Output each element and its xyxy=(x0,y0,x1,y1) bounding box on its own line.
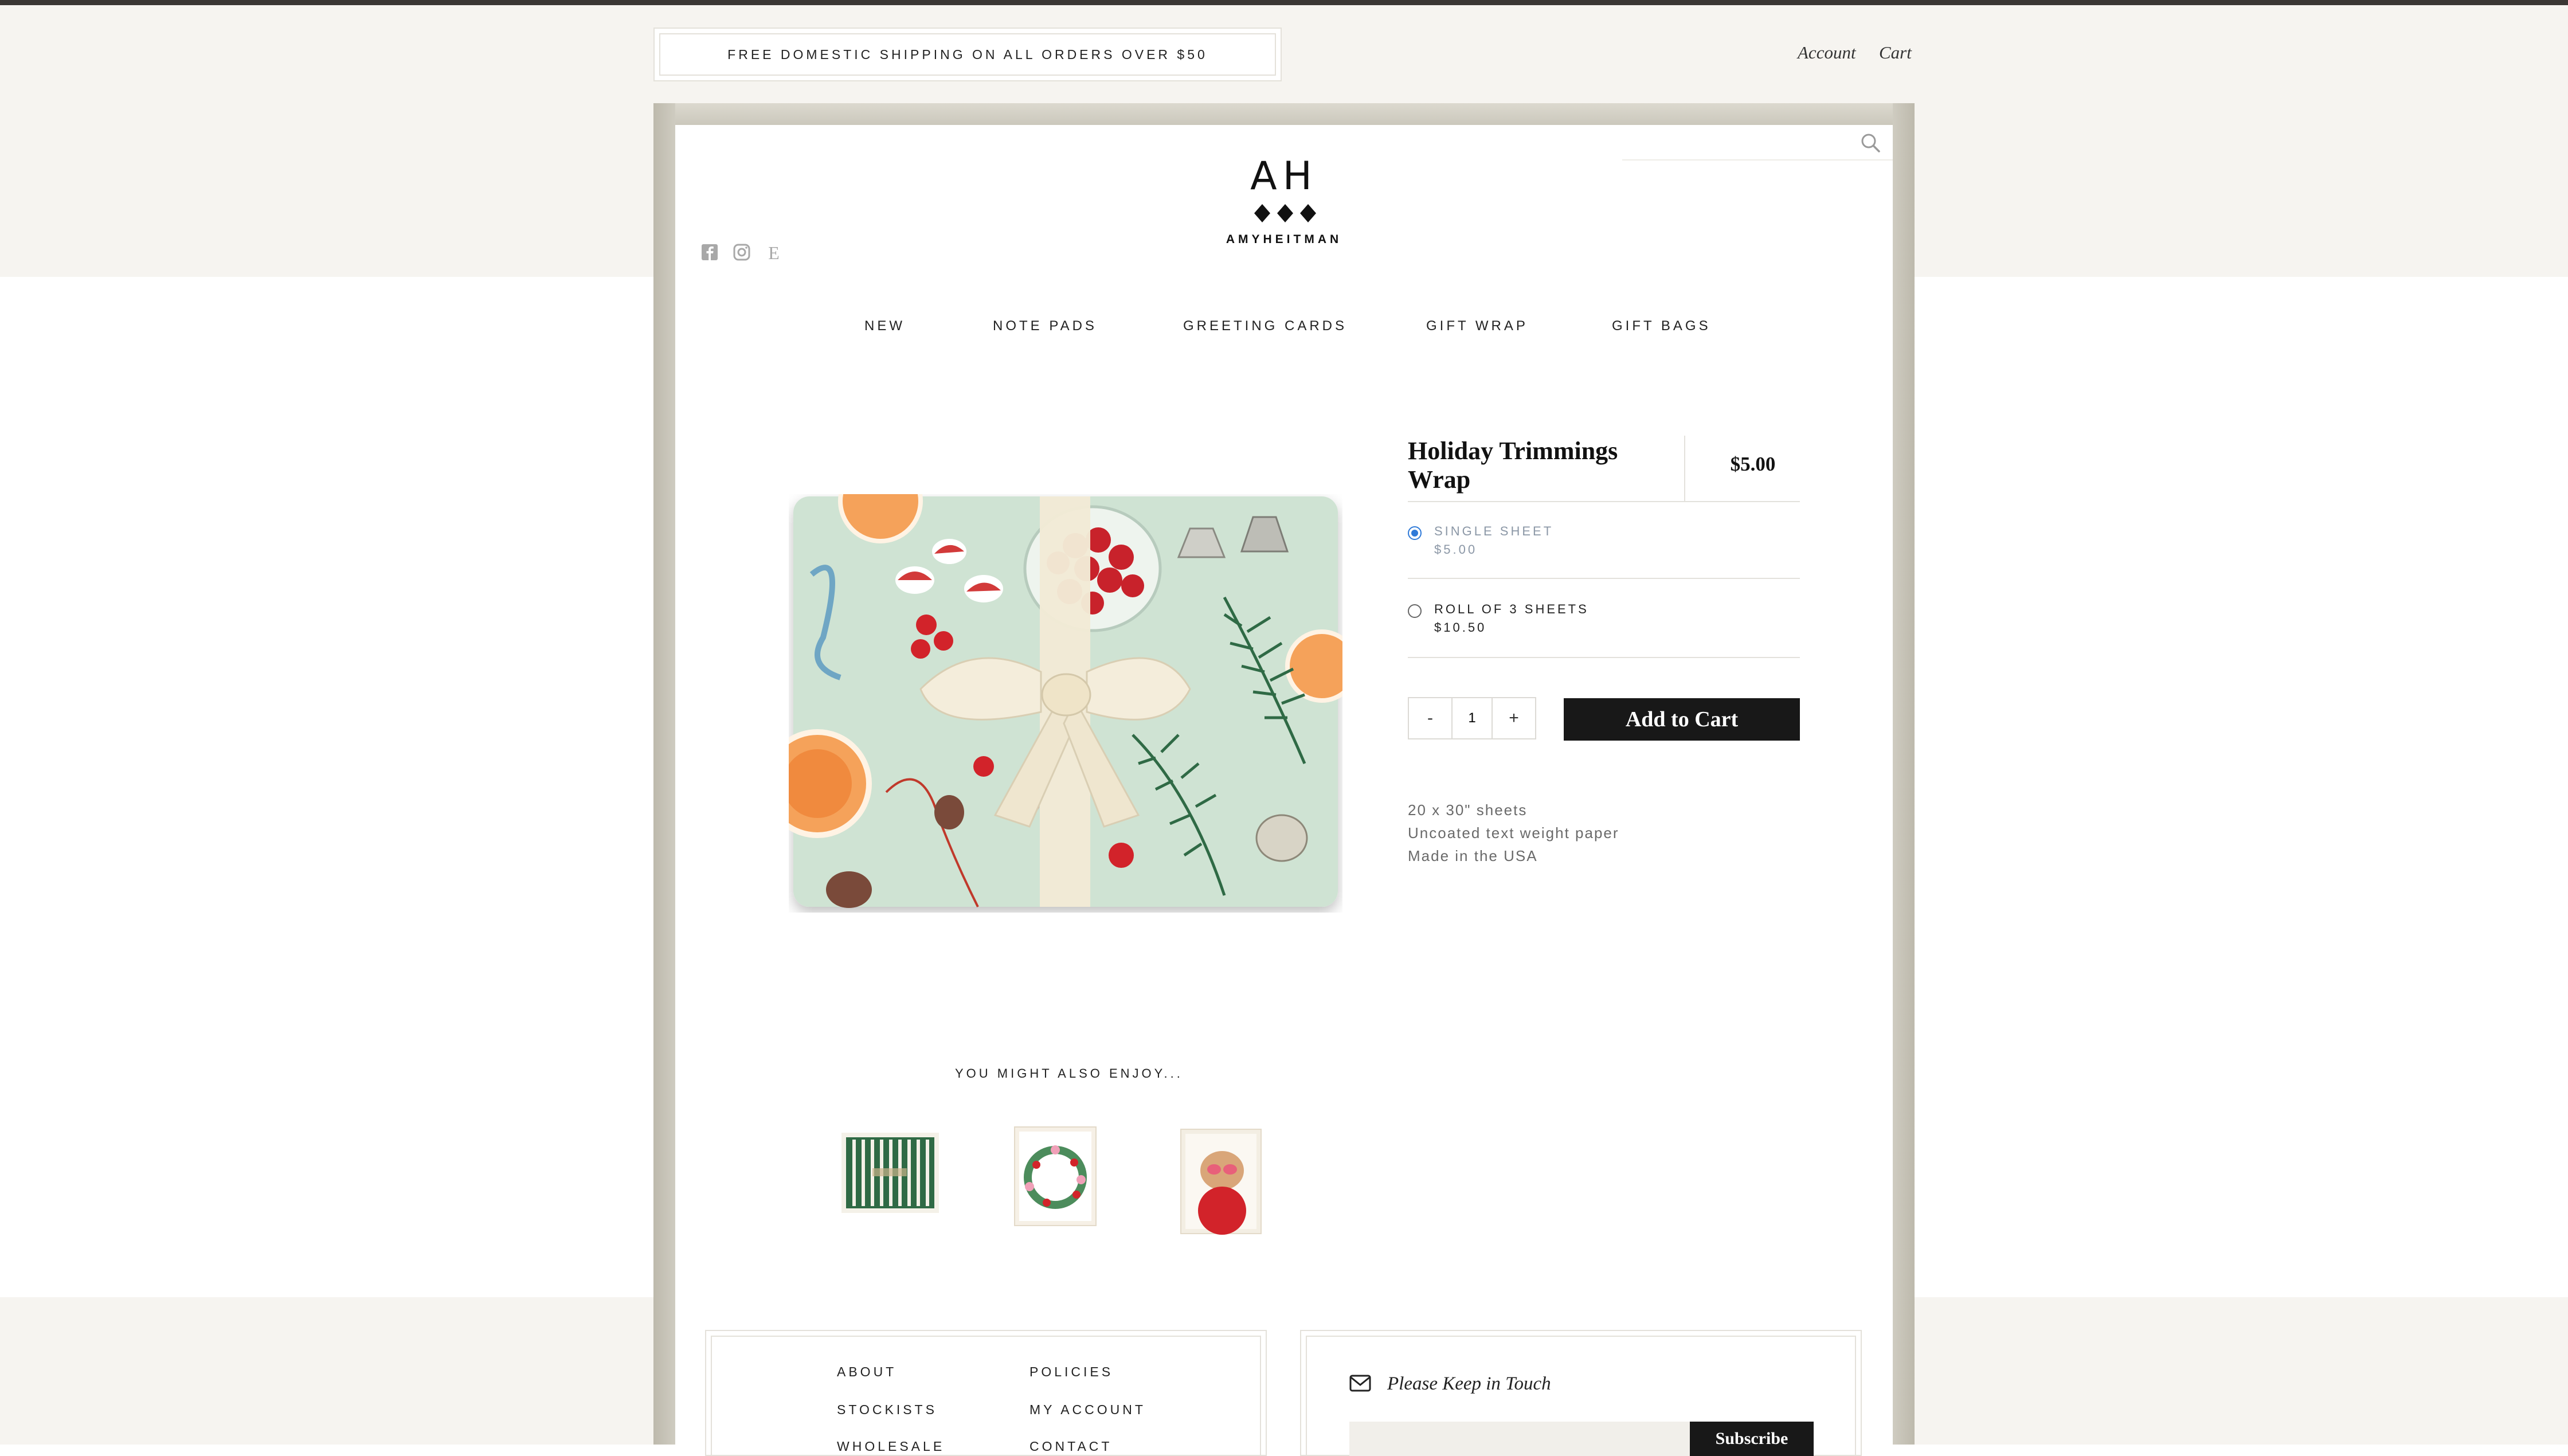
site-logo[interactable]: AH AMYHEITMAN xyxy=(1209,154,1359,251)
svg-text:E: E xyxy=(768,243,780,261)
divider xyxy=(1408,657,1800,658)
radio-roll-of-3-sheets[interactable] xyxy=(1408,604,1422,618)
newsletter-title: Please Keep in Touch xyxy=(1387,1373,1551,1394)
footer-link-wholesale[interactable]: WHOLESALE xyxy=(837,1439,945,1454)
quantity-increase-button[interactable]: + xyxy=(1493,698,1535,738)
top-accent-bar xyxy=(0,0,2568,5)
product-price: $5.00 xyxy=(1730,453,1776,475)
footer-link-about[interactable]: ABOUT xyxy=(837,1364,897,1380)
product-title: Holiday Trimmings Wrap xyxy=(1408,437,1618,494)
quantity-stepper: - + xyxy=(1408,697,1536,739)
divider xyxy=(1408,501,1800,502)
envelope-icon xyxy=(1349,1375,1371,1392)
product-detail: Uncoated text weight paper xyxy=(1408,824,1619,841)
cart-link[interactable]: Cart xyxy=(1879,42,1912,63)
related-product-green-stripe[interactable] xyxy=(838,1125,942,1222)
instagram-icon[interactable] xyxy=(733,243,751,261)
email-field[interactable] xyxy=(1349,1422,1690,1456)
main-nav: NEW NOTE PADS GREETING CARDS GIFT WRAP G… xyxy=(675,318,1893,341)
footer-links-box xyxy=(705,1330,1267,1456)
footer-link-contact[interactable]: CONTACT xyxy=(1029,1439,1112,1454)
logo-monogram: AH xyxy=(1250,154,1318,199)
footer-link-my-account[interactable]: MY ACCOUNT xyxy=(1029,1402,1146,1418)
nav-item-note-pads[interactable]: NOTE PADS xyxy=(993,318,1097,334)
quantity-decrease-button[interactable]: - xyxy=(1409,698,1451,738)
option-price: $10.50 xyxy=(1434,620,1487,635)
shipping-banner: FREE DOMESTIC SHIPPING ON ALL ORDERS OVE… xyxy=(653,28,1282,81)
related-product-wreath-card[interactable] xyxy=(1012,1125,1098,1228)
product-detail: Made in the USA xyxy=(1408,847,1538,864)
nav-item-new[interactable]: NEW xyxy=(864,318,905,334)
etsy-icon[interactable]: E xyxy=(765,243,783,261)
related-heading: YOU MIGHT ALSO ENJOY... xyxy=(955,1066,1183,1081)
search-bar xyxy=(1622,125,1893,161)
shipping-banner-text: FREE DOMESTIC SHIPPING ON ALL ORDERS OVE… xyxy=(727,46,1208,62)
facebook-icon[interactable] xyxy=(700,243,719,261)
logo-diamonds-icon xyxy=(1254,204,1316,222)
nav-item-gift-wrap[interactable]: GIFT WRAP xyxy=(1426,318,1528,334)
nav-item-greeting-cards[interactable]: GREETING CARDS xyxy=(1183,318,1347,334)
divider xyxy=(1408,578,1800,579)
footer-link-stockists[interactable]: STOCKISTS xyxy=(837,1402,937,1418)
radio-single-sheet[interactable] xyxy=(1408,526,1422,540)
subscribe-button[interactable]: Subscribe xyxy=(1690,1422,1814,1456)
product-image[interactable] xyxy=(789,494,1342,913)
add-to-cart-button[interactable]: Add to Cart xyxy=(1564,698,1800,741)
footer-link-policies[interactable]: POLICIES xyxy=(1029,1364,1113,1380)
option-price: $5.00 xyxy=(1434,542,1478,557)
logo-name: AMYHEITMAN xyxy=(1226,233,1342,246)
option-name: SINGLE SHEET xyxy=(1434,524,1554,538)
option-name: ROLL OF 3 SHEETS xyxy=(1434,602,1589,616)
product-detail: 20 x 30" sheets xyxy=(1408,801,1528,819)
search-icon[interactable] xyxy=(1858,131,1884,156)
search-input[interactable] xyxy=(1622,125,1857,159)
account-link[interactable]: Account xyxy=(1798,42,1856,63)
option-roll-of-3-sheets[interactable]: ROLL OF 3 SHEETS $10.50 xyxy=(1408,597,1800,655)
option-single-sheet[interactable]: SINGLE SHEET $5.00 xyxy=(1408,519,1800,577)
nav-item-gift-bags[interactable]: GIFT BAGS xyxy=(1612,318,1711,334)
related-product-dog-card[interactable] xyxy=(1177,1125,1263,1237)
quantity-input[interactable] xyxy=(1451,698,1493,738)
